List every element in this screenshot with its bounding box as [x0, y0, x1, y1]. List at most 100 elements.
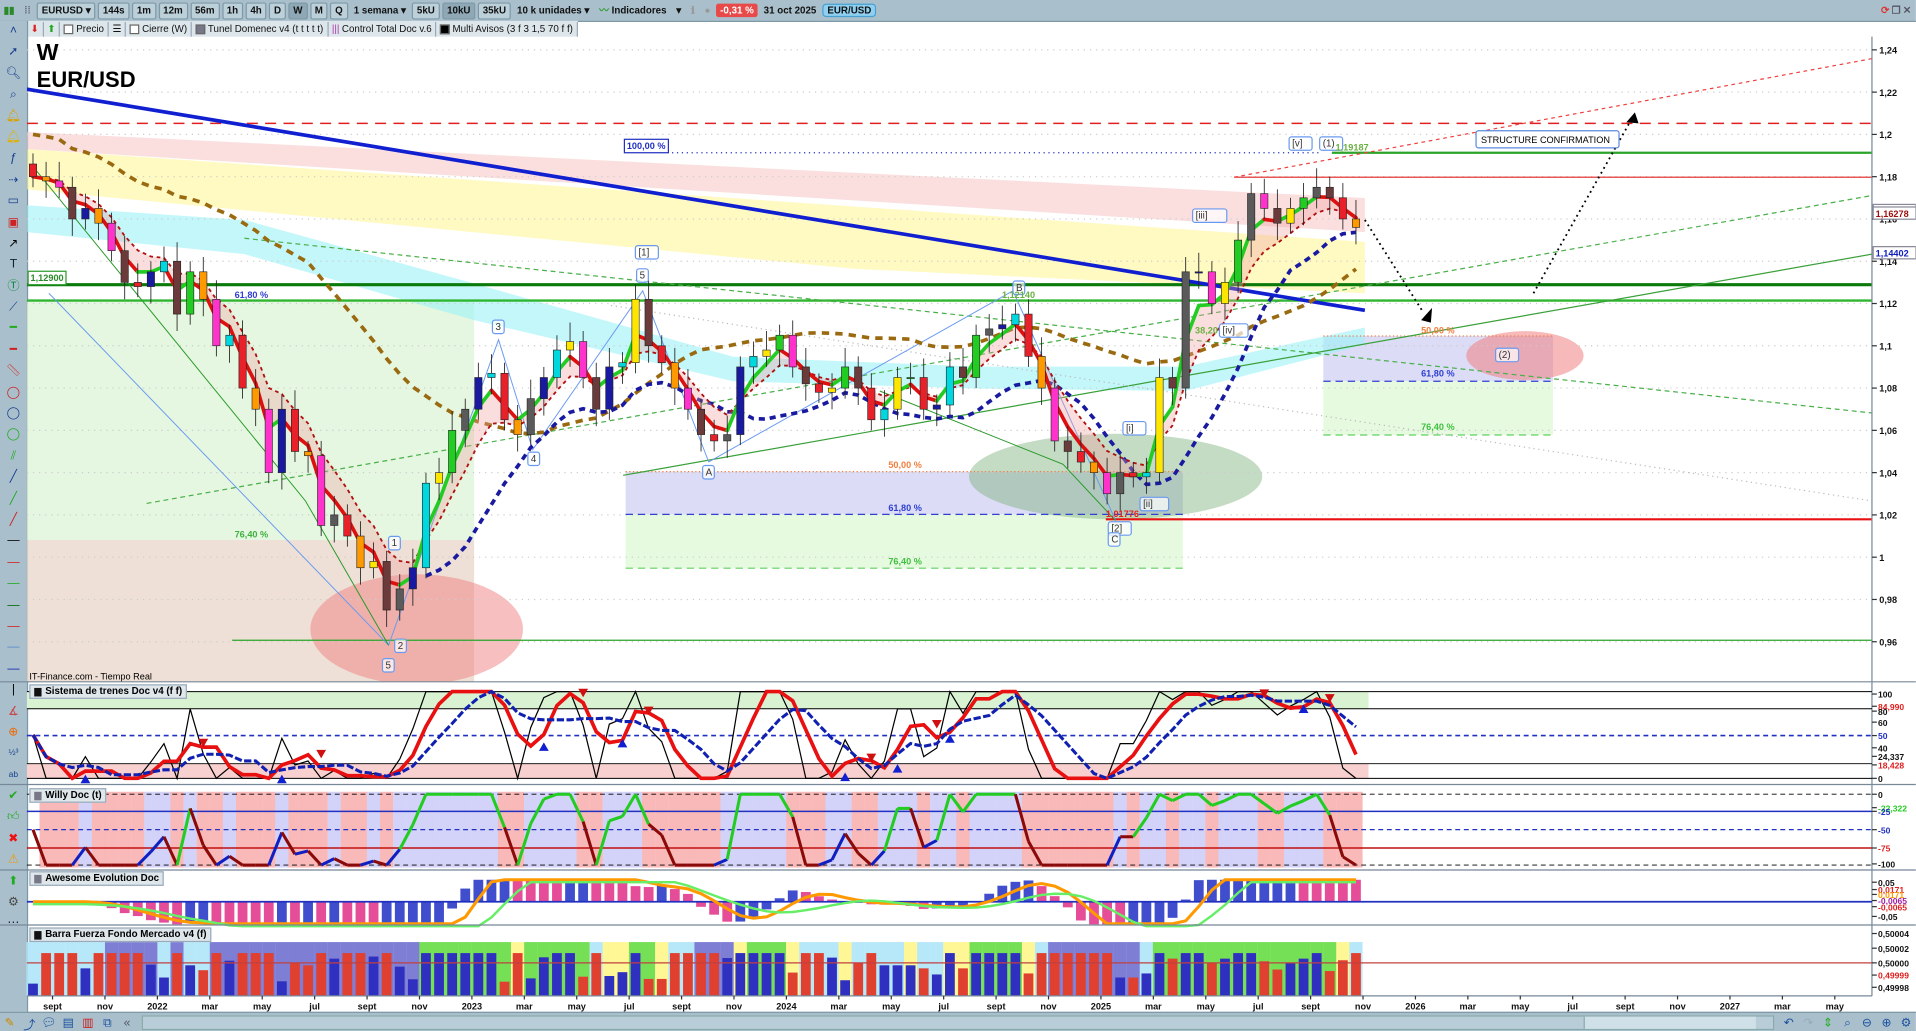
candle[interactable]	[448, 430, 457, 473]
candle[interactable]	[435, 472, 444, 484]
zoom-out-icon[interactable]: ⊖	[1857, 1016, 1877, 1029]
candle[interactable]	[893, 377, 902, 410]
candle[interactable]	[985, 328, 994, 336]
report-icon[interactable]: ▤	[59, 1016, 79, 1029]
undo-icon[interactable]: ↶	[1779, 1016, 1799, 1029]
candle[interactable]	[133, 282, 142, 287]
candle[interactable]	[500, 372, 509, 421]
candle[interactable]	[81, 208, 90, 220]
candle[interactable]	[277, 408, 286, 473]
panel-header-barra[interactable]: Barra Fuerza Fondo Mercado v4 (f)	[29, 927, 212, 943]
candle[interactable]	[814, 383, 823, 393]
candle[interactable]	[1260, 193, 1269, 209]
candle[interactable]	[68, 186, 77, 220]
compare-icon[interactable]: ▥	[78, 1016, 98, 1029]
candle[interactable]	[1207, 271, 1216, 304]
candle[interactable]	[1273, 208, 1282, 224]
candle[interactable]	[290, 408, 299, 452]
candle[interactable]	[225, 334, 234, 347]
candle[interactable]	[1024, 313, 1033, 357]
candle[interactable]	[526, 398, 535, 435]
candle[interactable]	[487, 372, 496, 378]
candle[interactable]	[369, 561, 378, 569]
candle[interactable]	[697, 408, 705, 435]
candle[interactable]	[94, 208, 103, 224]
candle[interactable]	[1299, 197, 1308, 209]
candle[interactable]	[959, 366, 967, 378]
windows-icon[interactable]: ⧉	[98, 1016, 118, 1029]
candle[interactable]	[1234, 239, 1243, 283]
candle[interactable]	[1103, 472, 1112, 495]
candle[interactable]	[592, 377, 601, 410]
candle[interactable]	[1076, 451, 1085, 463]
candle[interactable]	[29, 163, 37, 177]
candle[interactable]	[1351, 218, 1360, 228]
candle[interactable]	[264, 408, 273, 473]
candle[interactable]	[906, 377, 915, 380]
horizontal-scrollbar[interactable]	[141, 1015, 1775, 1031]
candle[interactable]	[395, 588, 404, 611]
share-icon[interactable]: ⤴	[20, 1014, 40, 1031]
candle[interactable]	[199, 271, 208, 300]
candle[interactable]	[1247, 193, 1256, 241]
candle[interactable]	[1011, 313, 1020, 325]
candle[interactable]	[146, 271, 155, 287]
candle[interactable]	[683, 387, 692, 410]
candle[interactable]	[579, 341, 588, 378]
pencil-icon[interactable]: ✎	[0, 1016, 20, 1029]
candle[interactable]	[644, 298, 653, 347]
candle[interactable]	[1142, 472, 1151, 478]
candle[interactable]	[828, 387, 836, 393]
candle[interactable]	[304, 451, 313, 457]
candle[interactable]	[382, 561, 391, 611]
candle[interactable]	[749, 356, 758, 368]
collapse-left-icon[interactable]: «	[117, 1016, 137, 1029]
candle[interactable]	[710, 434, 719, 442]
candle[interactable]	[566, 341, 575, 351]
candle[interactable]	[1168, 377, 1177, 389]
candle[interactable]	[330, 514, 339, 526]
candle[interactable]	[945, 366, 954, 406]
candle[interactable]	[1063, 440, 1072, 452]
candle[interactable]	[1090, 461, 1098, 473]
chat-icon[interactable]: 💬︎	[39, 1016, 59, 1029]
candle[interactable]	[762, 349, 771, 357]
panel-header-awesome[interactable]: Awesome Evolution Doc	[29, 871, 164, 886]
candle[interactable]	[421, 482, 430, 569]
candle[interactable]	[1129, 472, 1138, 478]
candle[interactable]	[474, 377, 483, 410]
candle[interactable]	[854, 366, 863, 389]
candle[interactable]	[775, 334, 784, 351]
candle[interactable]	[1050, 387, 1059, 442]
panel-header-trenes[interactable]: Sistema de trenes Doc v4 (f f)	[29, 684, 188, 699]
candle[interactable]	[107, 222, 116, 251]
candle[interactable]	[1221, 282, 1229, 304]
candle[interactable]	[251, 387, 260, 410]
candle[interactable]	[1325, 186, 1334, 199]
candle[interactable]	[1312, 186, 1321, 199]
candle[interactable]	[618, 362, 627, 368]
candle[interactable]	[867, 387, 876, 421]
zoom-in-icon[interactable]: ⊕	[1877, 1016, 1897, 1029]
candle[interactable]	[173, 260, 182, 315]
candle[interactable]	[998, 324, 1007, 330]
candle[interactable]	[238, 334, 247, 389]
candle[interactable]	[1155, 377, 1164, 473]
candle[interactable]	[605, 366, 614, 410]
candle[interactable]	[186, 271, 195, 315]
autoscale-icon[interactable]: ⇕	[1818, 1016, 1838, 1029]
candle[interactable]	[919, 377, 928, 410]
candle[interactable]	[1286, 208, 1295, 224]
candle[interactable]	[408, 567, 417, 590]
zoom-fit-icon[interactable]: ⌕	[1838, 1016, 1858, 1029]
candle[interactable]	[670, 362, 679, 389]
candle[interactable]	[42, 176, 51, 182]
panel-header-willy[interactable]: Willy Doc (t)	[29, 788, 107, 803]
redo-icon[interactable]: ↷	[1799, 1016, 1819, 1029]
candle[interactable]	[932, 404, 941, 410]
candle[interactable]	[356, 535, 365, 569]
candle[interactable]	[513, 419, 522, 435]
price-chart[interactable]: W EUR/USD 100,00 % 1,12900 61,80 % 76,40…	[0, 0, 1916, 1031]
candle[interactable]	[1181, 271, 1190, 389]
candle[interactable]	[736, 366, 745, 435]
